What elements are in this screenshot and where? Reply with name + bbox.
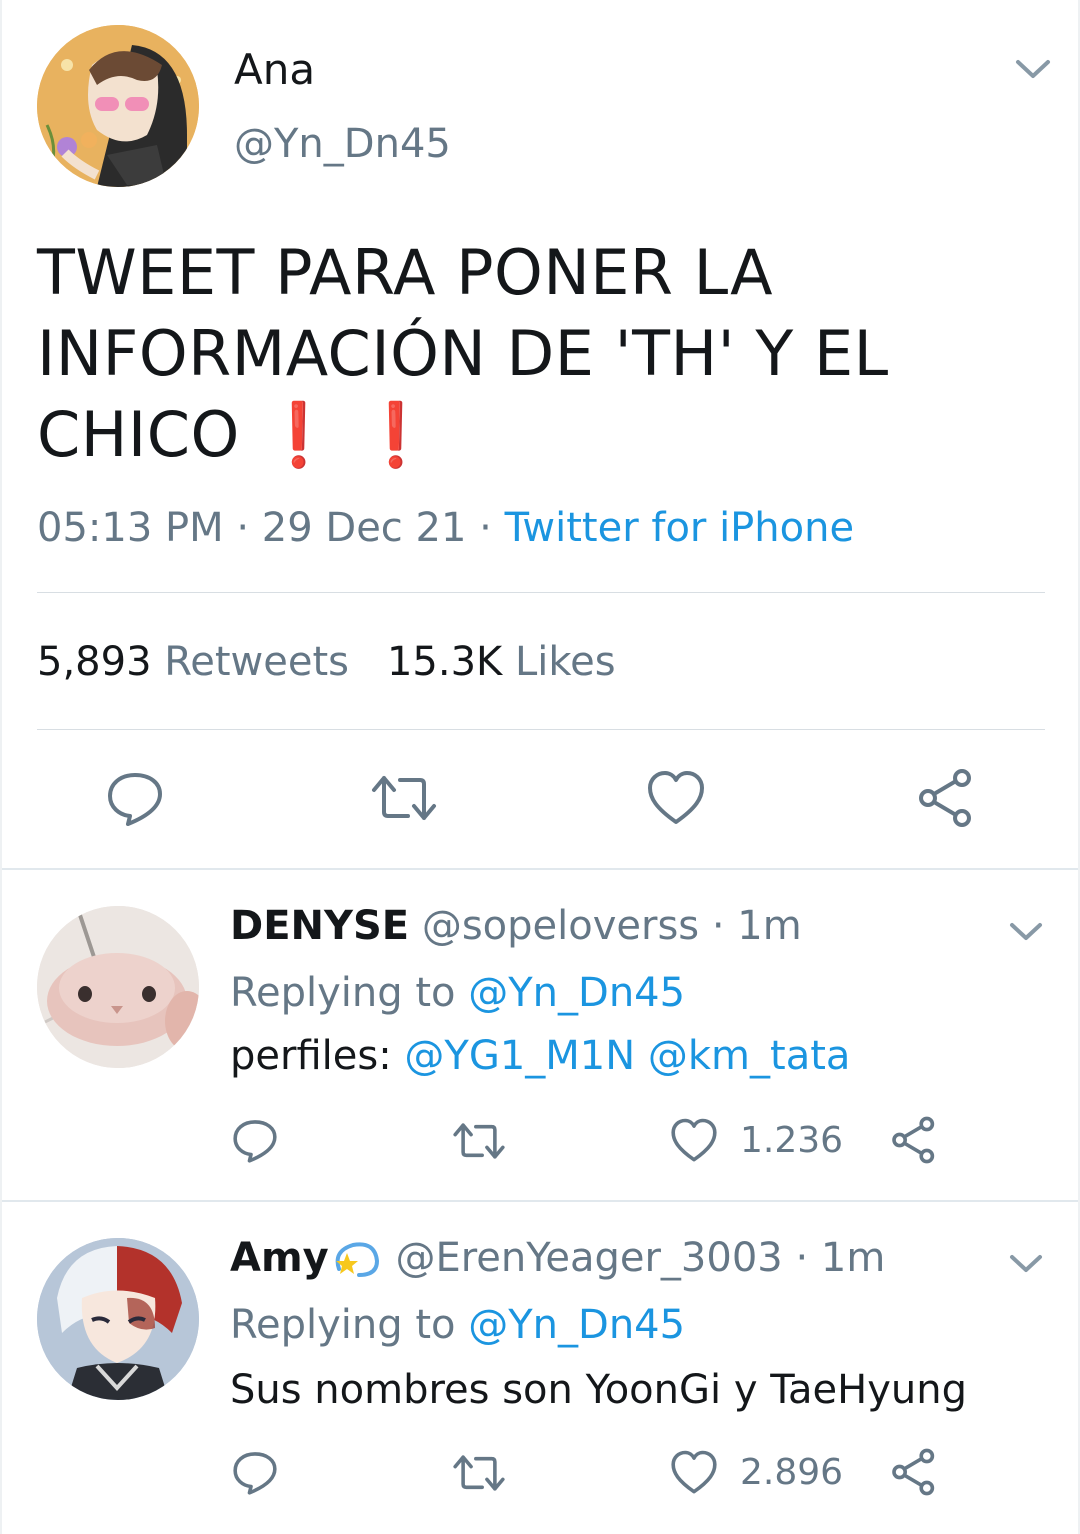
user-handle[interactable]: @Yn_Dn45 (234, 118, 451, 170)
reply-text: perfiles: @YG1_M1N @km_tata (230, 1030, 850, 1082)
display-name[interactable]: Ana (234, 44, 315, 96)
chevron-down-icon[interactable] (1006, 1249, 1046, 1277)
meta-separator: · (479, 505, 492, 551)
main-tweet: Ana @Yn_Dn45 TWEET PARA PONER LA INFORMA… (0, 0, 1080, 868)
display-name[interactable]: Amy (230, 1235, 329, 1281)
retweets-count: 5,893 (37, 639, 152, 685)
reply-tweet[interactable]: DENYSE @sopeloverss · 1m Replying to @Yn… (0, 870, 1080, 1200)
reply-header: Amy @ErenYeager_3003 · 1m (230, 1232, 885, 1284)
reply-tweet[interactable]: Amy @ErenYeager_3003 · 1m Replying to @Y… (0, 1202, 1080, 1534)
reply-header: DENYSE @sopeloverss · 1m (230, 900, 802, 952)
replying-to-label: Replying to (230, 1302, 456, 1348)
frame-border (0, 0, 2, 1534)
chevron-down-icon[interactable] (1006, 917, 1046, 945)
dizzy-emoji-icon (335, 1242, 379, 1277)
retweet-icon[interactable] (452, 1452, 506, 1494)
share-icon[interactable] (890, 1116, 938, 1164)
divider (37, 592, 1045, 593)
replying-to: Replying to @Yn_Dn45 (230, 1299, 685, 1351)
avatar-illustration (37, 906, 199, 1068)
display-name[interactable]: DENYSE (230, 903, 409, 949)
meta-separator: · (236, 505, 250, 551)
heart-icon[interactable] (670, 1450, 718, 1495)
user-handle[interactable]: @ErenYeager_3003 (395, 1235, 782, 1281)
share-icon[interactable] (890, 1448, 938, 1496)
chevron-down-icon[interactable] (1012, 54, 1054, 84)
retweet-icon[interactable] (370, 772, 438, 824)
reply-text: Sus nombres son YoonGi y TaeHyung (230, 1367, 967, 1413)
replying-to: Replying to @Yn_Dn45 (230, 967, 685, 1019)
reply-text-prefix: perfiles: (230, 1033, 392, 1079)
avatar[interactable] (37, 906, 199, 1068)
reply-icon[interactable] (232, 1450, 278, 1496)
tweet-text-line-2: INFORMACIÓN DE 'TH' Y EL (37, 317, 889, 390)
tweet-date: 29 Dec 21 (261, 505, 467, 551)
reply-time: 1m (737, 903, 802, 949)
avatar[interactable] (37, 1238, 199, 1400)
replying-to-link[interactable]: @Yn_Dn45 (468, 1302, 685, 1348)
replying-to-link[interactable]: @Yn_Dn45 (468, 970, 685, 1016)
retweets-label: Retweets (164, 639, 349, 685)
share-icon[interactable] (916, 768, 976, 828)
likes-label: Likes (515, 639, 616, 685)
tweet-time: 05:13 PM (37, 505, 224, 551)
likes-count: 15.3K (386, 639, 503, 685)
heart-icon[interactable] (670, 1118, 718, 1163)
divider (37, 729, 1045, 730)
tweet-text-line-3-text: CHICO (37, 398, 240, 471)
heart-icon[interactable] (646, 770, 706, 826)
tweet-source-link[interactable]: Twitter for iPhone (505, 505, 855, 551)
reply-time: 1m (820, 1235, 886, 1281)
mention-link[interactable]: @km_tata (648, 1033, 851, 1079)
time-separator: · (795, 1235, 809, 1281)
avatar[interactable] (37, 25, 199, 187)
replying-to-label: Replying to (230, 970, 456, 1016)
tweet-meta: 05:13 PM · 29 Dec 21 · Twitter for iPhon… (37, 500, 854, 556)
reply-icon[interactable] (106, 770, 164, 828)
tweet-stats: 5,893 Retweets 15.3K Likes (37, 636, 616, 688)
retweets-stat[interactable]: 5,893 Retweets (37, 639, 349, 685)
exclamation-emoji: ❗❗ (260, 398, 455, 471)
tweet-thread-page: Ana @Yn_Dn45 TWEET PARA PONER LA INFORMA… (0, 0, 1080, 1534)
reply-icon[interactable] (232, 1118, 278, 1164)
like-count: 1.236 (740, 1120, 844, 1161)
mention-link[interactable]: @YG1_M1N (404, 1033, 635, 1079)
retweet-icon[interactable] (452, 1120, 506, 1162)
avatar-illustration (37, 1238, 199, 1400)
avatar-illustration (37, 25, 199, 187)
tweet-text-line-1: TWEET PARA PONER LA (37, 236, 774, 309)
like-count: 2.896 (740, 1452, 844, 1493)
user-handle[interactable]: @sopeloverss (422, 903, 699, 949)
tweet-text: TWEET PARA PONER LA INFORMACIÓN DE 'TH' … (37, 232, 1037, 475)
likes-stat[interactable]: 15.3K Likes (387, 639, 616, 685)
tweet-text-line-3: CHICO ❗❗ (37, 394, 1037, 475)
time-separator: · (711, 903, 725, 949)
